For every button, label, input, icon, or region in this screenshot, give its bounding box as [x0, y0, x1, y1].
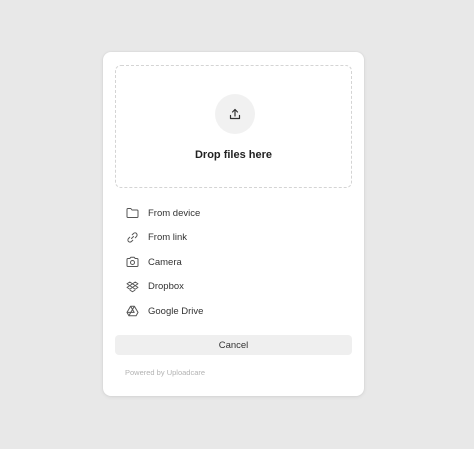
- drop-files-title: Drop files here: [194, 149, 273, 161]
- source-from-link[interactable]: From link: [119, 226, 349, 251]
- source-list: From device From link Camera Dropbox Goo…: [119, 201, 349, 324]
- source-label: From link: [148, 232, 188, 244]
- source-label: From device: [148, 207, 201, 219]
- source-label: Dropbox: [148, 281, 184, 293]
- google-drive-icon: [125, 304, 139, 318]
- source-label: Camera: [148, 256, 182, 268]
- source-from-device[interactable]: From device: [119, 201, 349, 226]
- camera-icon: [125, 255, 139, 269]
- dropbox-icon: [125, 280, 139, 294]
- link-icon: [125, 231, 139, 245]
- source-dropbox[interactable]: Dropbox: [119, 275, 349, 300]
- powered-by-text: Powered by Uploadcare: [125, 368, 206, 377]
- upload-dialog: Drop files here From device From link Ca…: [103, 52, 364, 396]
- folder-icon: [125, 206, 139, 220]
- source-label: Google Drive: [148, 305, 204, 317]
- source-camera[interactable]: Camera: [119, 250, 349, 275]
- cancel-button[interactable]: Cancel: [115, 335, 352, 355]
- source-google-drive[interactable]: Google Drive: [119, 299, 349, 324]
- dropzone[interactable]: Drop files here: [115, 65, 352, 188]
- upload-icon: [228, 107, 242, 121]
- upload-icon-circle: [215, 94, 255, 134]
